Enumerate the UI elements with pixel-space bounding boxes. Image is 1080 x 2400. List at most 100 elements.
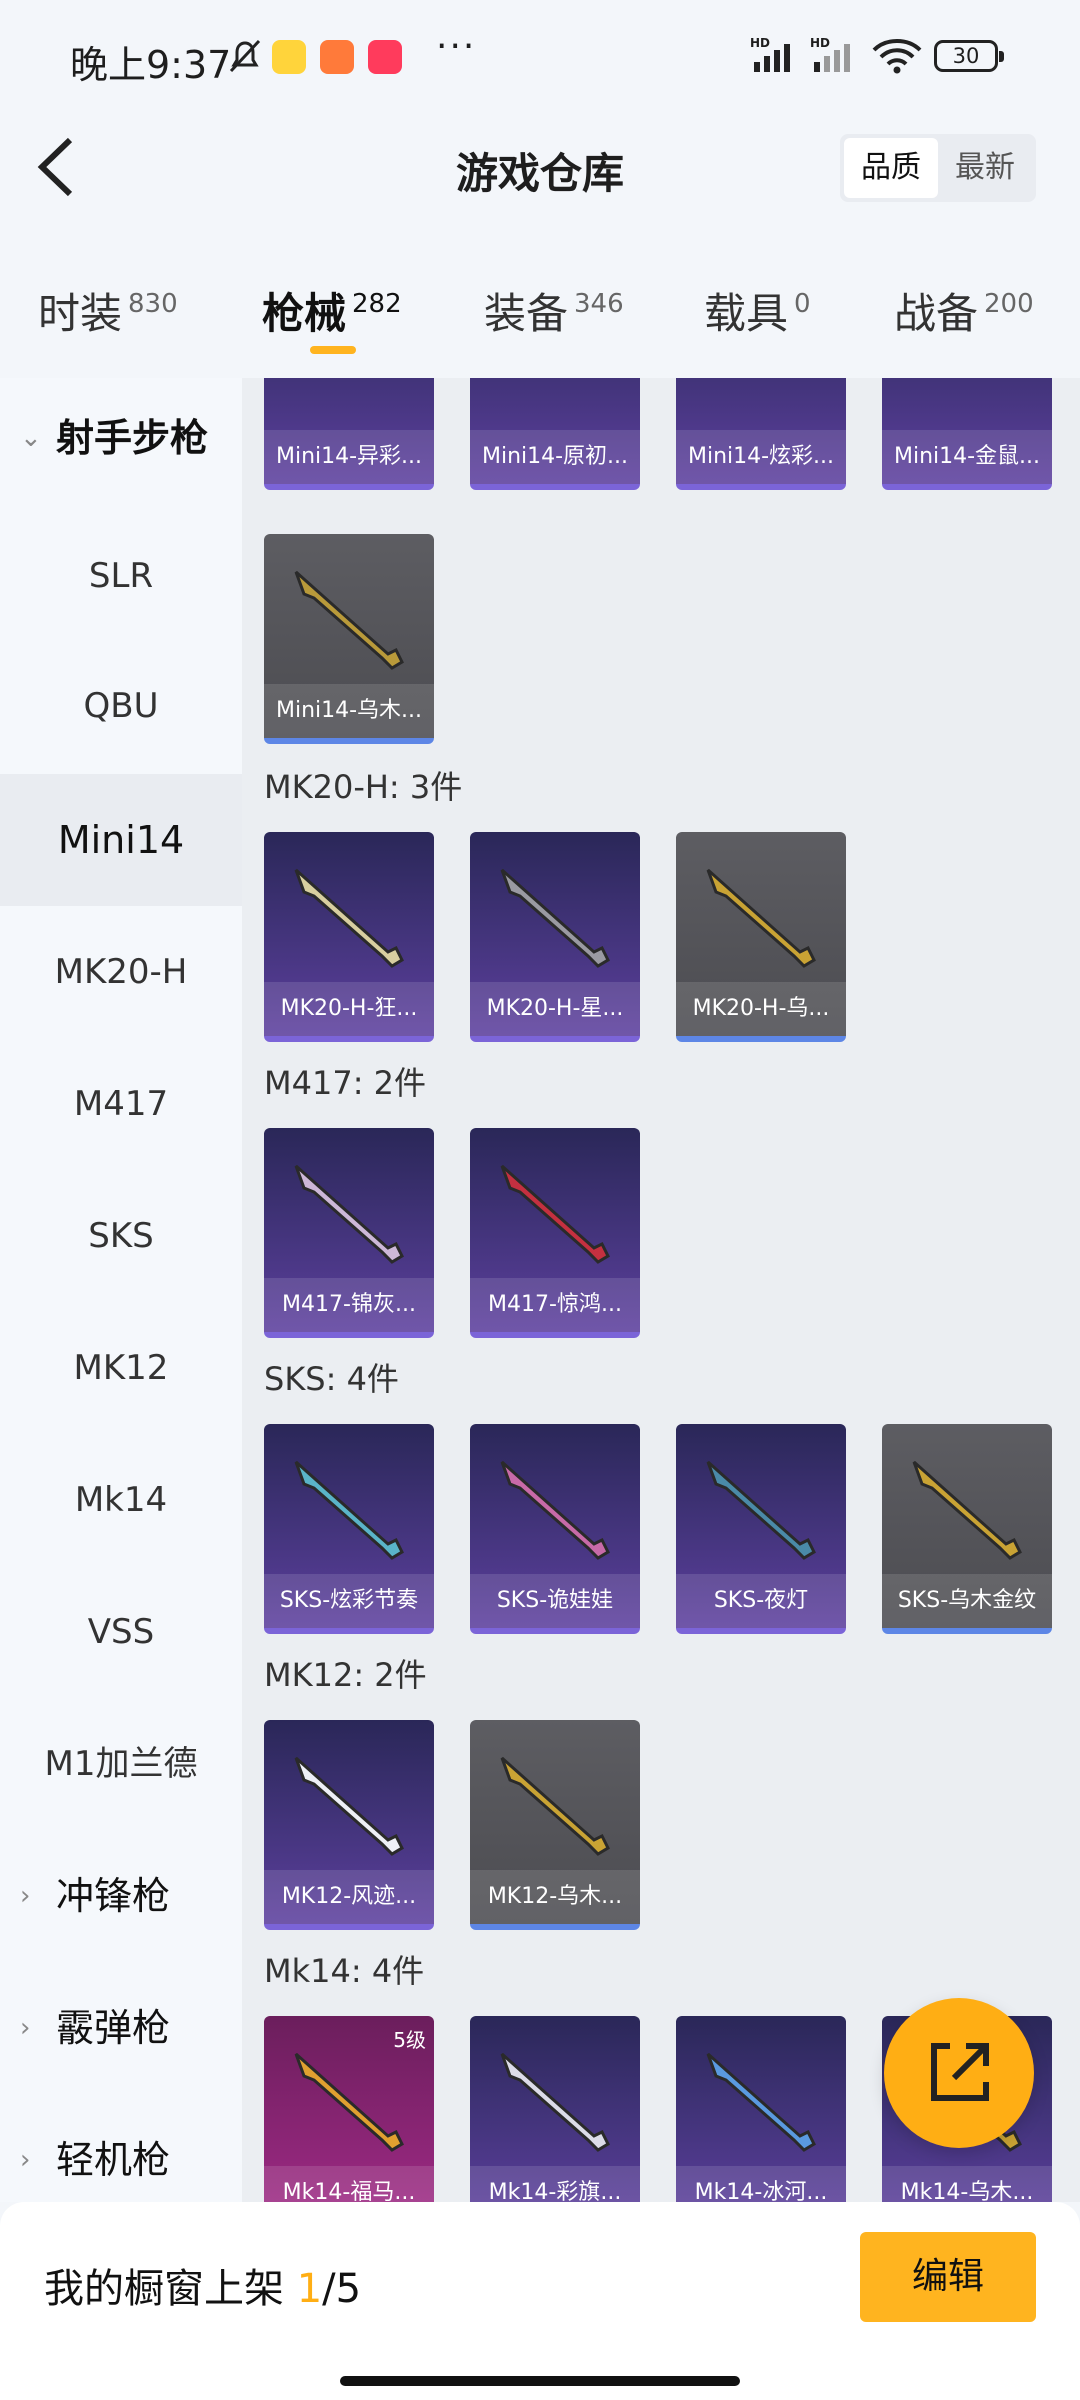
chevron-right-icon: ›: [20, 2013, 31, 2043]
tab-guns[interactable]: 枪械 282: [262, 280, 402, 341]
item-name: Mini14-乌木...: [264, 684, 434, 738]
item-card[interactable]: Mk14-彩旗...: [470, 2016, 640, 2202]
active-tab-indicator: [310, 346, 356, 354]
rifle-icon: [294, 868, 404, 968]
chevron-down-icon: ⌄: [20, 423, 42, 453]
item-name: Mk14-冰河...: [676, 2166, 846, 2202]
rifle-icon: [294, 1164, 404, 1264]
sidebar-group-label: 冲锋枪: [56, 1874, 171, 1918]
chevron-right-icon: ›: [20, 1881, 31, 1911]
item-card[interactable]: MK12-风迹...: [264, 1720, 434, 1930]
home-indicator[interactable]: [340, 2376, 740, 2386]
wifi-icon: [872, 39, 922, 74]
section-title-m417: M417: 2件: [264, 1064, 427, 1102]
item-name: SKS-乌木金纹: [882, 1574, 1052, 1628]
item-name: Mk14-乌木...: [882, 2166, 1052, 2202]
item-card[interactable]: SKS-诡娃娃: [470, 1424, 640, 1634]
showcase-total-count: /5: [322, 2266, 362, 2312]
item-card[interactable]: M417-锦灰...: [264, 1128, 434, 1338]
battery-indicator: 30: [934, 40, 1004, 72]
item-card[interactable]: MK20-H-乌...: [676, 832, 846, 1042]
rifle-icon: [500, 868, 610, 968]
sidebar-group-lmg[interactable]: › 轻机枪: [0, 2094, 242, 2202]
rifle-icon: [294, 2052, 404, 2152]
tab-equipment[interactable]: 装备 346: [484, 280, 624, 341]
showcase-label: 我的橱窗上架: [44, 2266, 297, 2312]
sidebar-group-label: 射手步枪: [56, 416, 209, 460]
bell-off-icon: [229, 39, 261, 73]
sidebar-item-slr[interactable]: SLR: [0, 510, 242, 642]
tab-count: 200: [984, 289, 1034, 319]
item-card[interactable]: Mk14-冰河...: [676, 2016, 846, 2202]
chevron-right-icon: ›: [20, 2145, 31, 2175]
item-name: M417-锦灰...: [264, 1278, 434, 1332]
sidebar-item-sks[interactable]: SKS: [0, 1170, 242, 1302]
sidebar-item-mk14[interactable]: Mk14: [0, 1434, 242, 1566]
rifle-icon: [294, 570, 404, 670]
header: 游戏仓库 品质 最新: [0, 118, 1080, 218]
rifle-icon: [706, 868, 816, 968]
rifle-icon: [500, 1756, 610, 1856]
rifle-icon: [706, 2052, 816, 2152]
item-card[interactable]: MK20-H-狂...: [264, 832, 434, 1042]
showcase-status: 我的橱窗上架 1/5: [44, 2256, 361, 2314]
item-card[interactable]: Mini14-炫彩...: [676, 378, 846, 490]
sidebar-item-qbu[interactable]: QBU: [0, 640, 242, 772]
item-name: MK12-风迹...: [264, 1870, 434, 1924]
tab-supplies[interactable]: 战备 200: [894, 280, 1034, 341]
sort-toggle: 品质 最新: [840, 134, 1036, 202]
item-name: MK20-H-乌...: [676, 982, 846, 1036]
showcase-current-count: 1: [296, 2266, 323, 2312]
item-card[interactable]: Mini14-乌木...: [264, 534, 434, 744]
sidebar-group-shotgun[interactable]: › 霰弹枪: [0, 1962, 242, 2094]
item-card[interactable]: SKS-炫彩节奏: [264, 1424, 434, 1634]
item-name: SKS-诡娃娃: [470, 1574, 640, 1628]
rifle-icon: [294, 1460, 404, 1560]
sidebar-item-mini14[interactable]: Mini14: [0, 774, 242, 906]
more-notifications-icon: ···: [436, 26, 477, 67]
tab-count: 346: [574, 289, 624, 319]
bottom-bar: 我的橱窗上架 1/5 编辑: [0, 2202, 1080, 2400]
item-name: Mini14-异彩...: [264, 430, 434, 484]
tab-label: 战备: [894, 289, 979, 338]
tab-label: 时装: [38, 289, 123, 338]
item-name: MK12-乌木...: [470, 1870, 640, 1924]
tab-count: 282: [352, 289, 402, 319]
item-card[interactable]: SKS-乌木金纹: [882, 1424, 1052, 1634]
item-card[interactable]: Mini14-金鼠...: [882, 378, 1052, 490]
item-name: MK20-H-狂...: [264, 982, 434, 1036]
sidebar: ⌄ 射手步枪 SLR QBU Mini14 MK20-H M417 SKS MK…: [0, 378, 242, 2202]
rifle-icon: [500, 1460, 610, 1560]
item-card[interactable]: MK12-乌木...: [470, 1720, 640, 1930]
sidebar-item-m1-garand[interactable]: M1加兰德: [0, 1698, 242, 1830]
sidebar-group-marksman[interactable]: ⌄ 射手步枪: [0, 378, 242, 504]
tab-outfits[interactable]: 时装 830: [38, 280, 178, 341]
item-card[interactable]: Mini14-异彩...: [264, 378, 434, 490]
sidebar-group-smg[interactable]: › 冲锋枪: [0, 1830, 242, 1962]
item-card[interactable]: Mini14-原初...: [470, 378, 640, 490]
sort-newest-button[interactable]: 最新: [938, 138, 1032, 198]
share-icon: [931, 2043, 989, 2101]
tab-vehicles[interactable]: 载具 0: [704, 280, 811, 341]
sidebar-item-m417[interactable]: M417: [0, 1038, 242, 1170]
share-button[interactable]: [884, 1998, 1034, 2148]
sidebar-group-label: 霰弹枪: [56, 2006, 171, 2050]
tab-label: 枪械: [262, 289, 347, 338]
item-name: Mini14-原初...: [470, 430, 640, 484]
status-bar: 晚上9:37 ··· HD HD 30: [0, 0, 1080, 118]
edit-button[interactable]: 编辑: [860, 2232, 1036, 2322]
sidebar-item-mk20h[interactable]: MK20-H: [0, 906, 242, 1038]
rifle-icon: [500, 1164, 610, 1264]
item-name: Mini14-炫彩...: [676, 430, 846, 484]
signal-icon: [754, 44, 790, 72]
section-title-mk12: MK12: 2件: [264, 1656, 427, 1694]
item-card[interactable]: SKS-夜灯: [676, 1424, 846, 1634]
sidebar-group-label: 轻机枪: [56, 2138, 171, 2182]
item-card[interactable]: MK20-H-星...: [470, 832, 640, 1042]
sidebar-item-mk12[interactable]: MK12: [0, 1302, 242, 1434]
sidebar-item-vss[interactable]: VSS: [0, 1566, 242, 1698]
item-name: SKS-夜灯: [676, 1574, 846, 1628]
item-card[interactable]: 5级 Mk14-福马...: [264, 2016, 434, 2202]
sort-quality-button[interactable]: 品质: [844, 138, 938, 198]
item-card[interactable]: M417-惊鸿...: [470, 1128, 640, 1338]
